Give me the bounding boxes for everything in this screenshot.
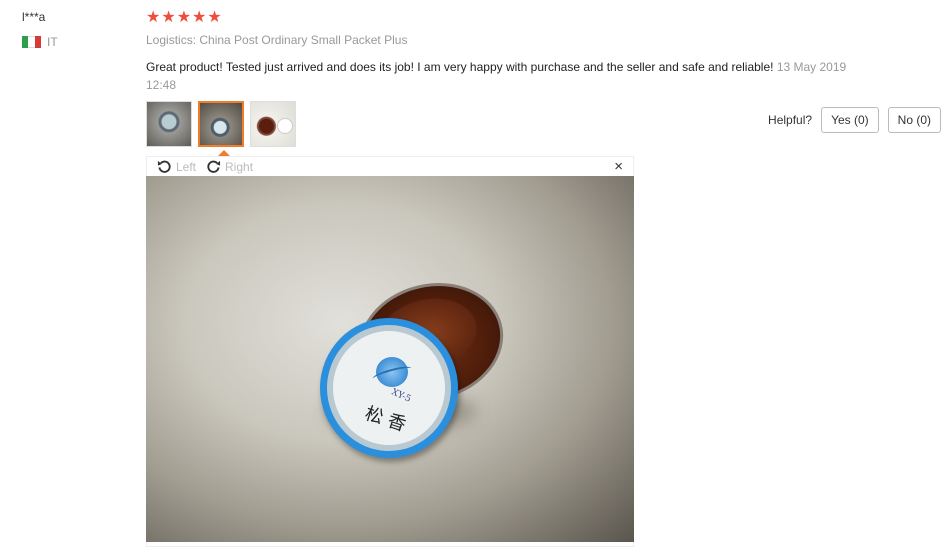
star-icon: ★ <box>192 9 207 26</box>
rotate-left-button[interactable]: Left <box>157 159 196 174</box>
helpful-label: Helpful? <box>768 113 813 127</box>
close-icon[interactable]: × <box>614 158 623 175</box>
reviewer-name: l***a <box>22 10 46 24</box>
italy-flag-icon <box>22 36 41 48</box>
rotate-left-icon <box>157 160 171 173</box>
lid-chinese-text: 松 香 <box>362 402 409 436</box>
lid-model-text: XY-5 <box>389 387 413 405</box>
rotate-right-label: Right <box>225 159 254 174</box>
lid-label-area: XY-5 松 香 <box>333 331 445 445</box>
review-thumbnail[interactable] <box>146 101 192 147</box>
review-photo: XY-5 松 香 <box>146 176 634 542</box>
helpful-vote: Helpful? Yes (0) No (0) <box>768 107 941 133</box>
rotate-left-label: Left <box>176 159 197 174</box>
reviewer-country: IT <box>22 35 58 49</box>
star-rating: ★ ★ ★ ★ ★ <box>146 9 222 27</box>
rotate-right-icon <box>207 160 221 173</box>
review-thumbnails <box>146 101 296 147</box>
review-thumbnail-active[interactable] <box>198 101 244 147</box>
review-text: Great product! Tested just arrived and d… <box>146 60 774 74</box>
helpful-no-button[interactable]: No (0) <box>887 107 941 133</box>
globe-logo-icon <box>376 357 408 387</box>
rosin-tin-lid: XY-5 松 香 <box>320 318 458 458</box>
image-viewer-toolbar: Left Right × <box>146 156 634 176</box>
star-icon: ★ <box>161 9 176 26</box>
helpful-yes-button[interactable]: Yes (0) <box>821 107 879 133</box>
star-icon: ★ <box>207 9 222 26</box>
country-code: IT <box>47 35 58 49</box>
viewer-bottom-border <box>146 542 634 547</box>
review-thumbnail[interactable] <box>250 101 296 147</box>
rotate-right-button[interactable]: Right <box>206 159 253 174</box>
logistics-info: Logistics: China Post Ordinary Small Pac… <box>146 33 408 47</box>
star-icon: ★ <box>176 9 192 26</box>
review-body: Great product! Tested just arrived and d… <box>146 58 866 94</box>
star-icon: ★ <box>146 9 161 26</box>
